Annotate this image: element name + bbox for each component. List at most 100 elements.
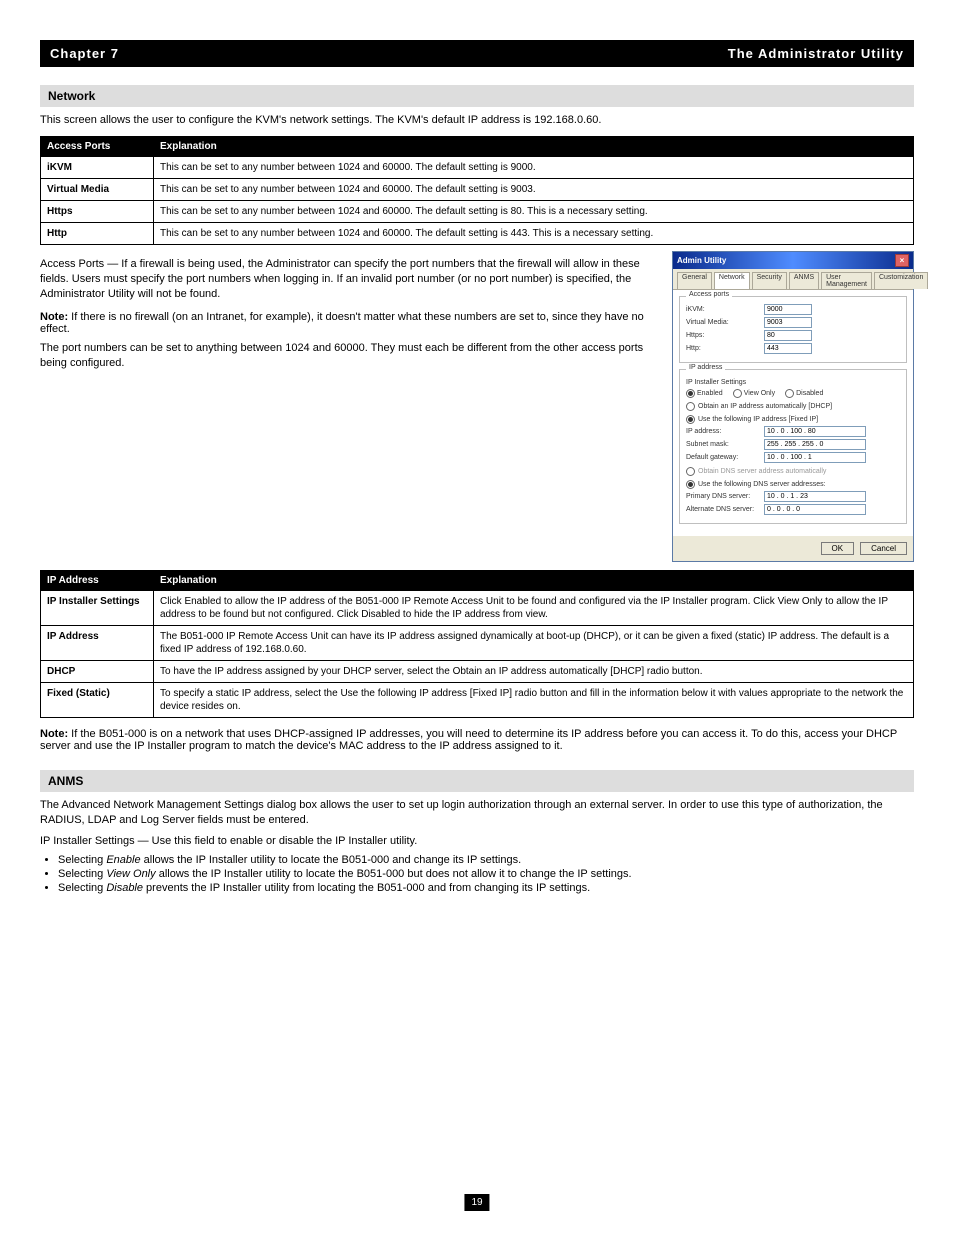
cancel-button[interactable]: Cancel xyxy=(860,542,907,555)
field-label: iKVM: xyxy=(686,306,760,313)
ok-button[interactable]: OK xyxy=(821,542,855,555)
radio-label: View Only xyxy=(744,390,775,397)
bullet-pre: Selecting xyxy=(58,854,106,866)
radio-icon xyxy=(785,389,794,398)
row-text: The B051-000 IP Remote Access Unit can h… xyxy=(154,625,914,660)
row-label: Virtual Media xyxy=(41,178,154,200)
ip-installer-paragraph: IP Installer Settings — Use this field t… xyxy=(40,834,914,849)
section-network-title: Network xyxy=(40,85,914,107)
group-access-ports: Access ports iKVM: Virtual Media: Https:… xyxy=(679,296,907,363)
bullet-pre: Selecting xyxy=(58,868,106,880)
alternate-dns-input[interactable] xyxy=(764,504,866,515)
radio-dns-manual[interactable]: Use the following DNS server addresses: xyxy=(686,480,900,489)
row-label: Https xyxy=(41,200,154,222)
table-row: IP Installer Settings Click Enabled to a… xyxy=(41,590,914,625)
http-input[interactable] xyxy=(764,343,812,354)
table-row: Virtual Media This can be set to any num… xyxy=(41,178,914,200)
row-label: DHCP xyxy=(41,660,154,682)
row-text: This can be set to any number between 10… xyxy=(154,222,914,244)
col-ip-address: IP Address xyxy=(41,570,154,590)
radio-icon xyxy=(686,480,695,489)
radio-icon xyxy=(686,415,695,424)
radio-fixed-ip[interactable]: Use the following IP address [Fixed IP] xyxy=(686,415,900,424)
tab-customization[interactable]: Customization xyxy=(874,272,928,289)
radio-enabled[interactable]: Enabled xyxy=(686,389,723,398)
group-label: IP address xyxy=(686,364,725,371)
https-input[interactable] xyxy=(764,330,812,341)
bullet-post: prevents the IP Installer utility from l… xyxy=(143,882,590,894)
subnet-mask-input[interactable] xyxy=(764,439,866,450)
radio-label: Enabled xyxy=(697,390,723,397)
radio-label: Disabled xyxy=(796,390,823,397)
radio-icon xyxy=(686,389,695,398)
table-row: Http This can be set to any number betwe… xyxy=(41,222,914,244)
radio-label: Use the following IP address [Fixed IP] xyxy=(698,416,818,423)
bullet-pre: Selecting xyxy=(58,882,106,894)
radio-label: Obtain an IP address automatically [DHCP… xyxy=(698,403,832,410)
tab-security[interactable]: Security xyxy=(752,272,787,289)
row-text: To have the IP address assigned by your … xyxy=(154,660,914,682)
bullet-post: allows the IP Installer utility to locat… xyxy=(156,868,632,880)
close-icon[interactable]: × xyxy=(895,254,909,267)
row-text: Click Enabled to allow the IP address of… xyxy=(154,590,914,625)
ikvm-input[interactable] xyxy=(764,304,812,315)
group-ip-address: IP address IP Installer Settings Enabled… xyxy=(679,369,907,524)
radio-icon xyxy=(733,389,742,398)
tab-anms[interactable]: ANMS xyxy=(789,272,819,289)
row-text: To specify a static IP address, select t… xyxy=(154,682,914,717)
chapter-number: Chapter 7 xyxy=(50,46,119,61)
radio-icon xyxy=(686,402,695,411)
table-row: IP Address The B051-000 IP Remote Access… xyxy=(41,625,914,660)
col-explanation: Explanation xyxy=(154,570,914,590)
table-row: iKVM This can be set to any number betwe… xyxy=(41,156,914,178)
field-label: Subnet mask: xyxy=(686,441,760,448)
col-explanation: Explanation xyxy=(154,136,914,156)
page-number: 19 xyxy=(464,1194,489,1211)
list-item: Selecting View Only allows the IP Instal… xyxy=(58,868,914,880)
ip-address-table: IP Address Explanation IP Installer Sett… xyxy=(40,570,914,718)
primary-dns-input[interactable] xyxy=(764,491,866,502)
radio-dhcp[interactable]: Obtain an IP address automatically [DHCP… xyxy=(686,402,900,411)
dialog-tabs: General Network Security ANMS User Manag… xyxy=(673,269,913,290)
table-row: DHCP To have the IP address assigned by … xyxy=(41,660,914,682)
list-item: Selecting Disable prevents the IP Instal… xyxy=(58,882,914,894)
field-label: IP address: xyxy=(686,428,760,435)
row-label: IP Address xyxy=(41,625,154,660)
note-text: If the B051-000 is on a network that use… xyxy=(40,728,897,752)
field-label: Virtual Media: xyxy=(686,319,760,326)
field-label: Https: xyxy=(686,332,760,339)
group-label: Access ports xyxy=(686,291,732,298)
row-text: This can be set to any number between 10… xyxy=(154,178,914,200)
bullet-keyword: Disable xyxy=(106,882,143,894)
bullet-keyword: Enable xyxy=(106,854,140,866)
list-item: Selecting Enable allows the IP Installer… xyxy=(58,854,914,866)
note-label: Note: xyxy=(40,311,68,323)
note-block: Note: If there is no firewall (on an Int… xyxy=(40,311,654,335)
network-intro: This screen allows the user to configure… xyxy=(40,113,914,128)
port-range-paragraph: The port numbers can be set to anything … xyxy=(40,341,654,371)
row-label: IP Installer Settings xyxy=(41,590,154,625)
radio-disabled[interactable]: Disabled xyxy=(785,389,823,398)
default-gateway-input[interactable] xyxy=(764,452,866,463)
field-label: Alternate DNS server: xyxy=(686,506,760,513)
virtual-media-input[interactable] xyxy=(764,317,812,328)
field-label: Http: xyxy=(686,345,760,352)
ip-address-input[interactable] xyxy=(764,426,866,437)
row-text: This can be set to any number between 10… xyxy=(154,156,914,178)
dialog-title: Admin Utility xyxy=(677,256,726,265)
note-block: Note: If the B051-000 is on a network th… xyxy=(40,728,914,752)
tab-user-management[interactable]: User Management xyxy=(821,272,872,289)
anms-paragraph: The Advanced Network Management Settings… xyxy=(40,798,914,828)
bullet-keyword: View Only xyxy=(106,868,155,880)
field-label: Default gateway: xyxy=(686,454,760,461)
tab-general[interactable]: General xyxy=(677,272,712,289)
note-text: If there is no firewall (on an Intranet,… xyxy=(40,311,644,335)
dialog-titlebar: Admin Utility × xyxy=(673,252,913,269)
tab-network[interactable]: Network xyxy=(714,272,750,289)
row-label: iKVM xyxy=(41,156,154,178)
radio-icon xyxy=(686,467,695,476)
radio-view-only[interactable]: View Only xyxy=(733,389,775,398)
chapter-title: The Administrator Utility xyxy=(728,46,904,61)
radio-dns-auto: Obtain DNS server address automatically xyxy=(686,467,900,476)
admin-utility-dialog: Admin Utility × General Network Security… xyxy=(672,251,914,562)
